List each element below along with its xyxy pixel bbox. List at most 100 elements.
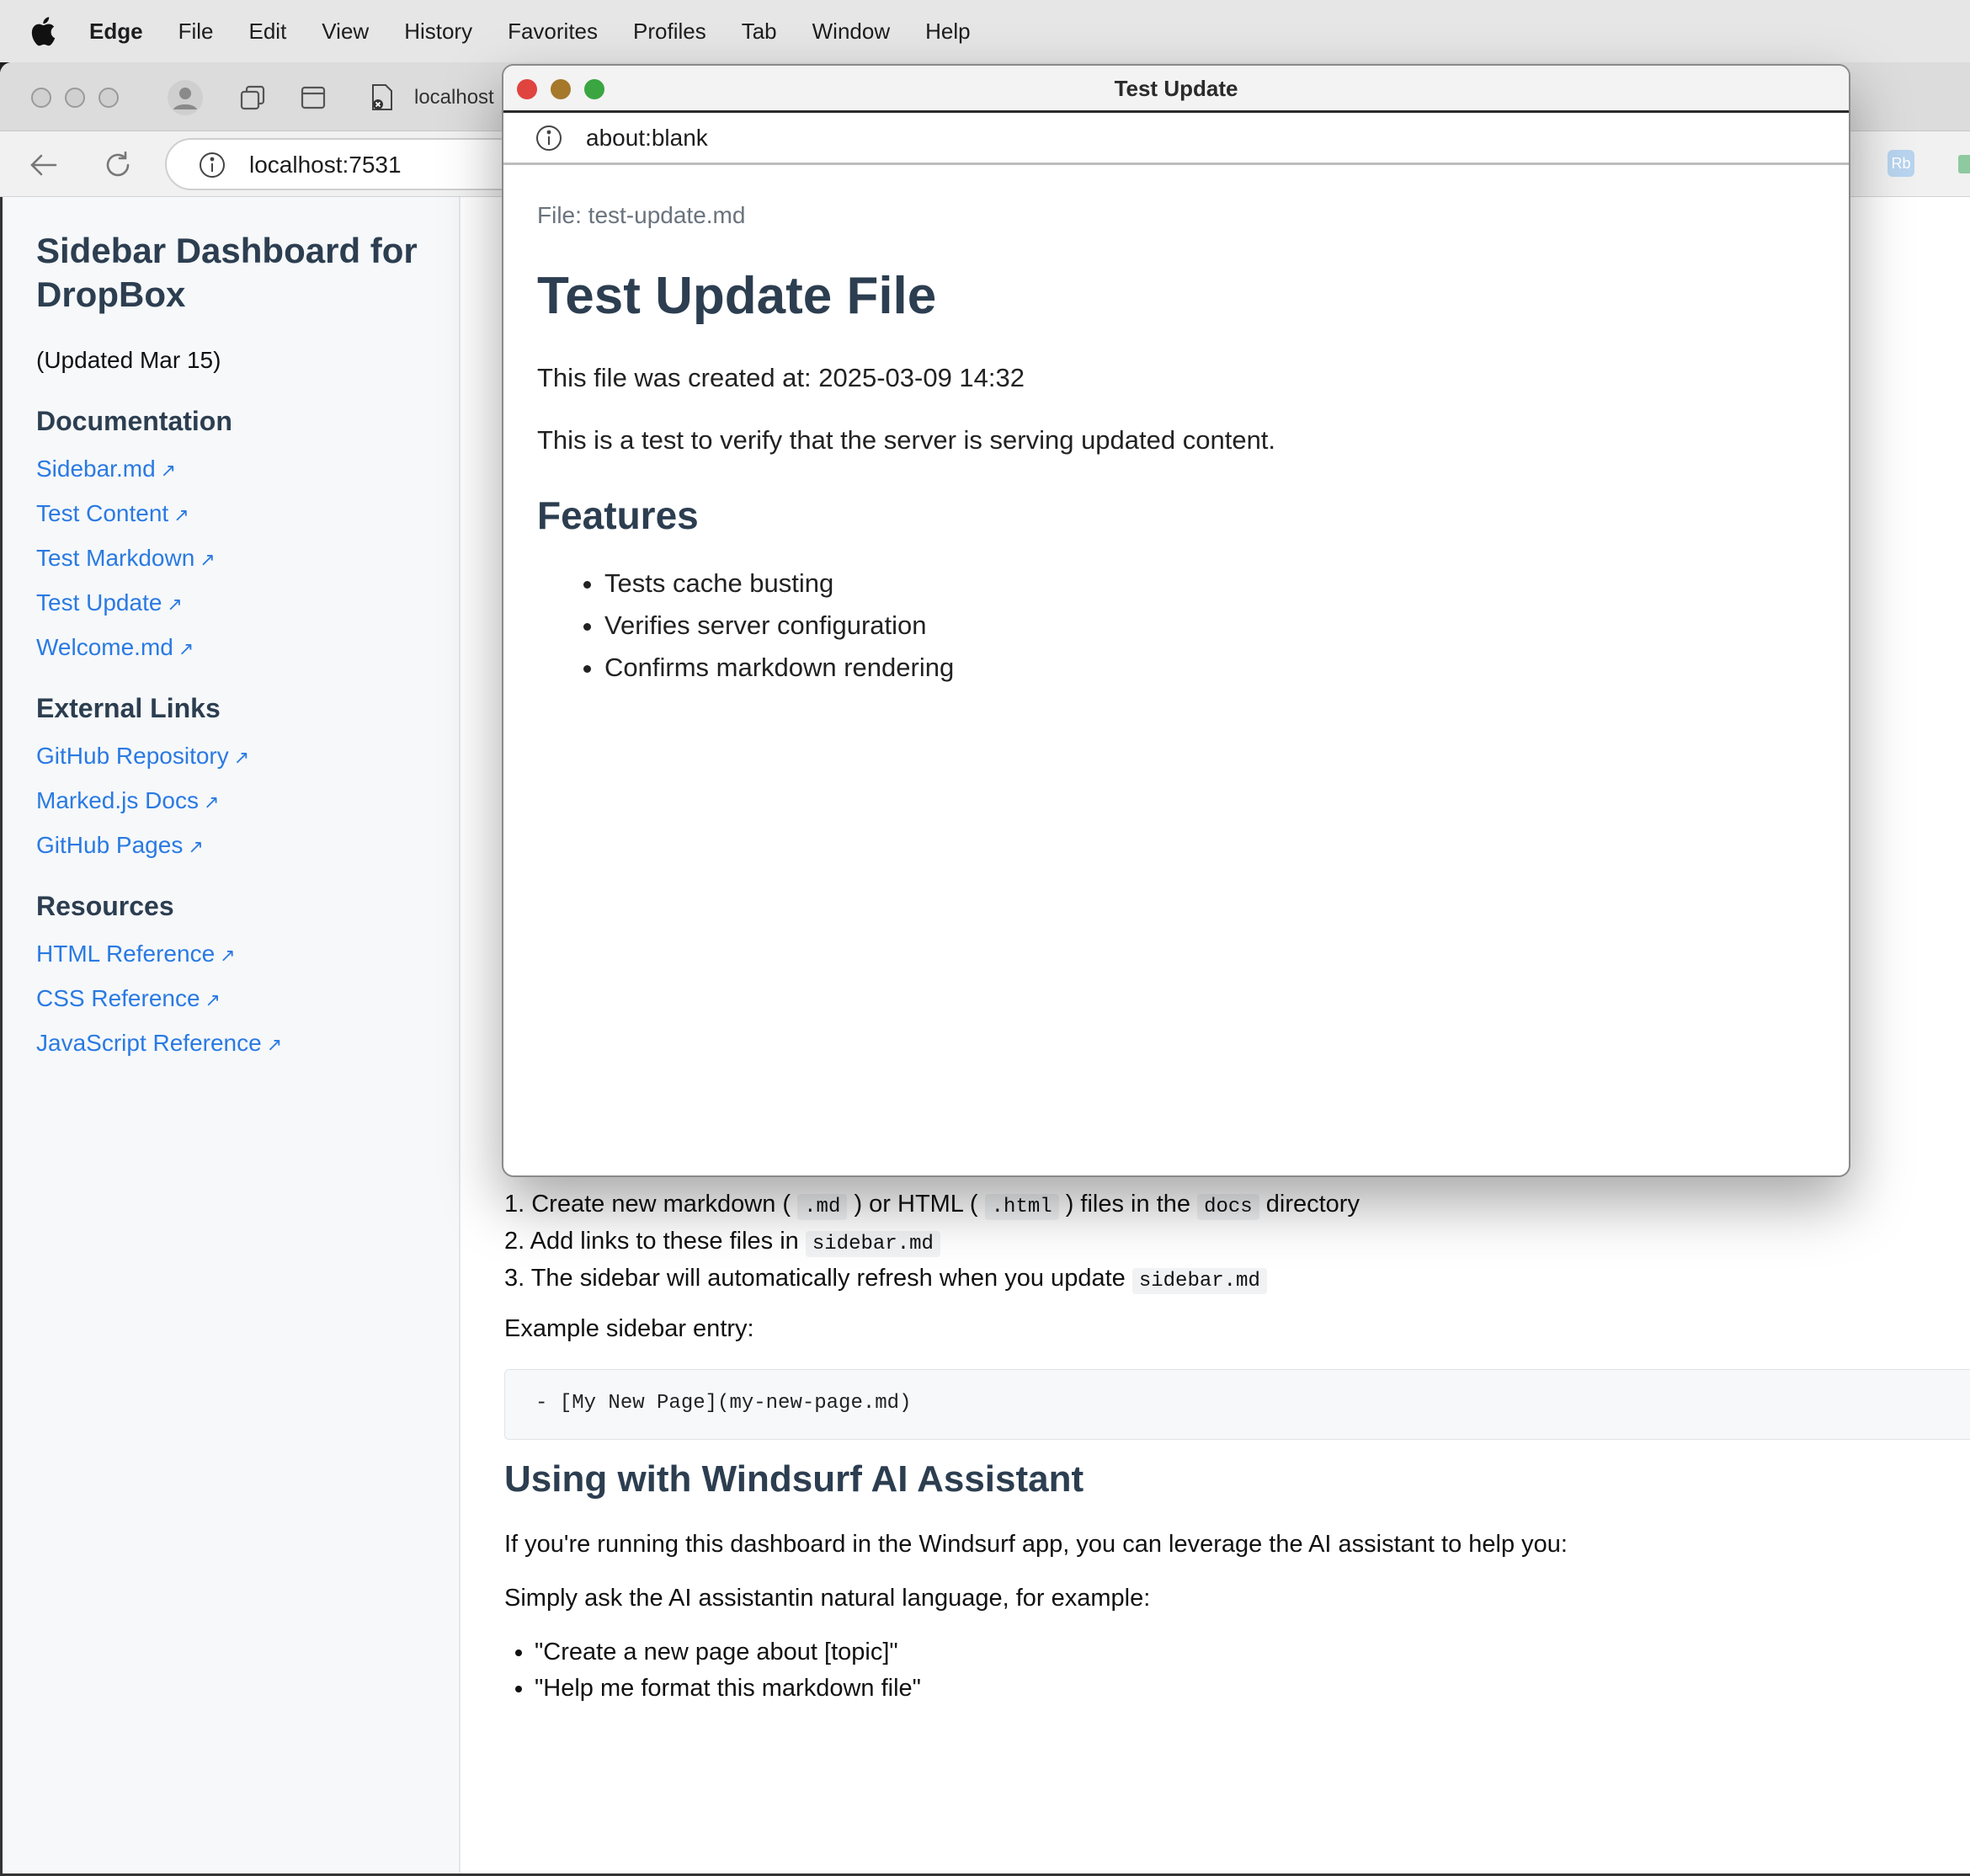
extension-green-icon[interactable] [1958,155,1970,173]
site-info-icon[interactable] [530,120,567,157]
sidebar-heading-documentation: Documentation [36,406,232,436]
link-label: CSS Reference [36,985,200,1011]
sidebar: Sidebar Dashboard for DropBox (Updated M… [3,197,461,1873]
sidebar-link-github-repository[interactable]: GitHub Repository ↗ [36,743,459,770]
sidebar-link-javascript-reference[interactable]: JavaScript Reference ↗ [36,1030,459,1057]
address-text[interactable]: localhost:7531 [249,152,402,179]
tab-favicon-error-icon [364,79,401,116]
menu-view[interactable]: View [322,19,369,45]
ask-paragraph: Simply ask the AI assistantin natural la… [504,1585,1151,1612]
menu-bar: Edge File Edit View History Favorites Pr… [0,0,1970,62]
external-link-icon: ↗ [188,836,204,857]
link-label: Test Markdown [36,545,195,571]
external-link-icon: ↗ [160,460,177,481]
window-zoom-button-inactive[interactable] [98,88,119,108]
list-item: Confirms markdown rendering [604,653,1800,683]
back-arrow-icon[interactable] [25,147,62,184]
refresh-icon[interactable] [99,147,136,184]
inline-code: docs [1197,1194,1259,1220]
inline-code: .html [984,1194,1059,1220]
sidebar-heading-external-links: External Links [36,693,221,723]
example-label: Example sidebar entry: [504,1315,754,1342]
menu-favorites[interactable]: Favorites [508,19,598,45]
window-close-button-inactive[interactable] [31,88,51,108]
menu-profiles[interactable]: Profiles [633,19,706,45]
description-paragraph: This is a test to verify that the server… [537,425,1276,455]
instructions-list: 1. Create new markdown ( .md ) or HTML (… [504,1191,1360,1302]
step-text: 1. Create new markdown ( [504,1191,791,1218]
window-minimize-button-inactive[interactable] [65,88,85,108]
link-label: Welcome.md [36,634,173,660]
code-block: - [My New Page](my-new-page.md) [504,1369,1970,1440]
menu-file[interactable]: File [178,19,214,45]
menu-app-edge[interactable]: Edge [89,19,143,45]
windsurf-paragraph: If you're running this dashboard in the … [504,1531,1568,1558]
external-link-icon: ↗ [203,791,220,813]
inline-code: .md [797,1194,848,1220]
step-text: ) files in the [1065,1191,1191,1218]
link-label: Test Content [36,500,169,526]
sidebar-link-test-markdown[interactable]: Test Markdown ↗ [36,545,459,572]
external-link-icon: ↗ [266,1034,283,1055]
inline-code: sidebar.md [805,1231,940,1257]
step-text: directory [1265,1191,1360,1218]
sidebar-title: Sidebar Dashboard for DropBox [36,231,418,314]
vertical-tabs-icon[interactable] [295,79,332,116]
popup-address-text[interactable]: about:blank [586,125,708,152]
popup-heading: Test Update File [537,267,937,325]
link-label: HTML Reference [36,941,216,967]
external-link-icon: ↗ [173,504,189,525]
link-label: Marked.js Docs [36,787,199,813]
menu-edit[interactable]: Edit [248,19,286,45]
menu-window[interactable]: Window [812,19,890,45]
link-label: Sidebar.md [36,456,156,482]
sidebar-heading-resources: Resources [36,891,174,921]
sidebar-updated-date: (Updated Mar 15) [36,347,221,373]
step-text: ) or HTML ( [854,1191,978,1218]
link-label: Test Update [36,589,162,616]
site-info-icon[interactable] [194,147,231,184]
file-label: File: test-update.md [537,202,746,228]
sidebar-link-markedjs-docs[interactable]: Marked.js Docs ↗ [36,787,459,814]
windsurf-heading: Using with Windsurf AI Assistant [504,1458,1084,1500]
sidebar-link-html-reference[interactable]: HTML Reference ↗ [36,941,459,967]
external-link-icon: ↗ [220,945,236,966]
popup-window: Test Update about:blank File: test-updat… [502,64,1850,1177]
list-item: "Create a new page about [topic]" [535,1639,921,1666]
extension-rb-icon[interactable]: Rb [1887,150,1914,177]
external-link-icon: ↗ [167,594,183,615]
sidebar-link-github-pages[interactable]: GitHub Pages ↗ [36,832,459,859]
link-label: GitHub Repository [36,743,229,769]
list-item-step-3: 3. The sidebar will automatically refres… [504,1265,1360,1294]
list-item-step-1: 1. Create new markdown ( .md ) or HTML (… [504,1191,1360,1220]
popup-address-bar[interactable]: about:blank [503,113,1849,165]
popup-titlebar[interactable]: Test Update [503,66,1849,113]
inline-code: sidebar.md [1131,1268,1267,1294]
sidebar-link-welcome-md[interactable]: Welcome.md ↗ [36,634,459,661]
sidebar-link-test-update[interactable]: Test Update ↗ [36,589,459,616]
list-item-step-2: 2. Add links to these files in sidebar.m… [504,1228,1360,1257]
list-item: Tests cache busting [604,568,1800,599]
popup-body: File: test-update.md Test Update File Th… [537,165,1800,695]
menu-tab[interactable]: Tab [742,19,777,45]
tab-title[interactable]: localhost [414,86,494,109]
features-heading: Features [537,493,699,537]
menu-history[interactable]: History [404,19,472,45]
external-link-icon: ↗ [205,989,221,1010]
features-list: Tests cache busting Verifies server conf… [537,568,1800,683]
sidebar-link-sidebar-md[interactable]: Sidebar.md ↗ [36,456,459,482]
created-paragraph: This file was created at: 2025-03-09 14:… [537,363,1025,392]
profile-avatar-icon[interactable] [167,79,204,116]
menu-help[interactable]: Help [925,19,970,45]
popup-title: Test Update [1114,76,1238,101]
workspaces-icon[interactable] [234,79,271,116]
link-label: JavaScript Reference [36,1030,262,1056]
external-link-icon: ↗ [233,747,250,768]
list-item: Verifies server configuration [604,610,1800,641]
step-text: 2. Add links to these files in [504,1228,799,1255]
apple-logo-icon[interactable] [30,16,56,46]
sidebar-link-css-reference[interactable]: CSS Reference ↗ [36,985,459,1012]
external-link-icon: ↗ [200,549,216,570]
sidebar-link-test-content[interactable]: Test Content ↗ [36,500,459,527]
link-label: GitHub Pages [36,832,184,858]
